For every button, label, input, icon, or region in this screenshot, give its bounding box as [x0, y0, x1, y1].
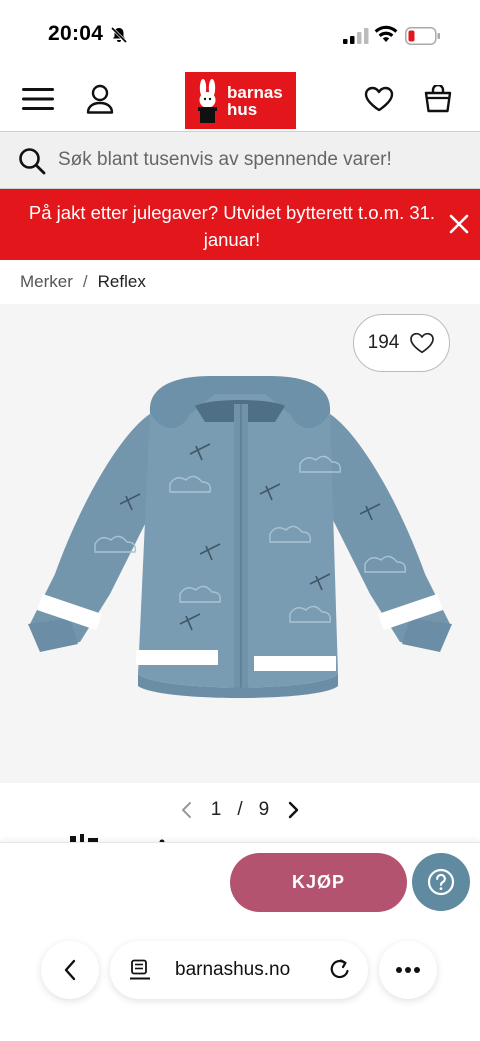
back-icon: [64, 959, 76, 981]
heart-icon: [410, 332, 435, 354]
breadcrumb: Merker / Reflex: [20, 272, 146, 292]
search-icon: [19, 148, 46, 175]
promo-banner: På jakt etter julegaver? Utvidet byttere…: [0, 189, 480, 260]
chevron-right-icon[interactable]: [285, 800, 301, 820]
buy-bar: KJØP: [0, 842, 480, 922]
browser-address-bar[interactable]: barnashus.no: [110, 941, 368, 999]
banner-text: På jakt etter julegaver? Utvidet byttere…: [28, 202, 436, 250]
browser-more-button[interactable]: [379, 941, 437, 999]
breadcrumb-separator: /: [82, 272, 88, 291]
wishlist-count: 194: [367, 332, 400, 353]
pager-total: 9: [258, 799, 270, 820]
search-input[interactable]: [58, 132, 468, 188]
status-time: 20:04: [48, 22, 104, 45]
product-image-rain-jacket: [28, 376, 452, 698]
heart-icon[interactable]: [364, 86, 394, 112]
browser-url: barnashus.no: [175, 959, 291, 980]
menu-icon[interactable]: [22, 86, 54, 112]
search-bar: [0, 131, 480, 189]
breadcrumb-item-merker[interactable]: Merker: [20, 272, 73, 292]
logo-line1: barnas: [227, 82, 283, 102]
reload-icon[interactable]: [328, 957, 352, 983]
logo-text: barnas hus: [227, 84, 283, 118]
more-icon: [396, 967, 420, 973]
signal-icon: [343, 28, 369, 44]
browser-toolbar: barnashus.no: [0, 922, 480, 1041]
product-gallery[interactable]: 194: [0, 304, 480, 783]
breadcrumb-item-reflex[interactable]: Reflex: [98, 272, 146, 292]
site-settings-icon[interactable]: [130, 959, 150, 981]
site-header: barnas hus: [0, 66, 480, 130]
pager-current: 1: [210, 799, 222, 820]
status-bar: 20:04: [0, 0, 480, 66]
wishlist-button[interactable]: 194: [353, 314, 450, 372]
wifi-icon: [374, 25, 398, 42]
browser-back-button[interactable]: [41, 941, 99, 999]
rabbit-hat-icon: [198, 78, 217, 123]
barnashus-logo[interactable]: barnas hus: [185, 72, 296, 129]
bell-muted-icon: [110, 26, 128, 44]
user-icon[interactable]: [86, 84, 114, 114]
battery-low-icon: [405, 27, 440, 45]
help-button[interactable]: [412, 853, 470, 911]
chevron-left-icon[interactable]: [179, 800, 195, 820]
close-icon[interactable]: [447, 212, 471, 236]
pager-separator: /: [237, 799, 243, 820]
buy-button[interactable]: KJØP: [230, 853, 407, 912]
question-icon: [427, 868, 455, 896]
shopping-bag-icon[interactable]: [424, 85, 452, 113]
logo-line2: hus: [227, 99, 258, 119]
image-pager: 1 / 9: [0, 795, 480, 825]
